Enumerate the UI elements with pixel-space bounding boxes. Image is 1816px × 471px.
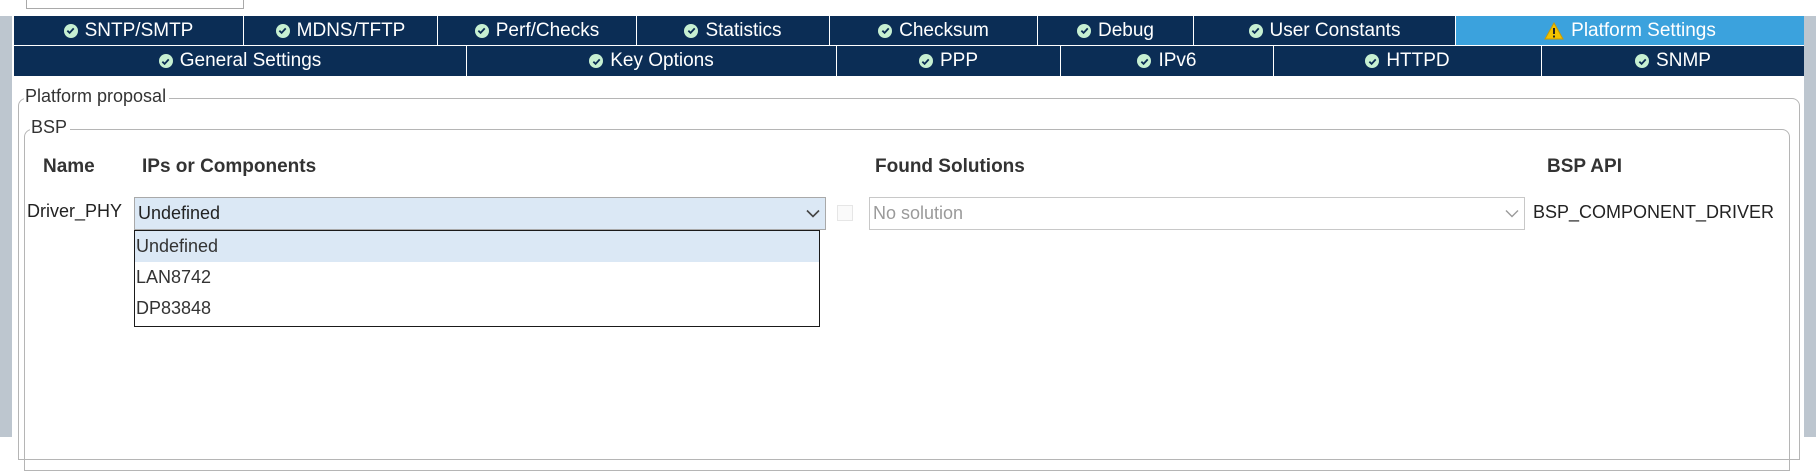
tab-label: Debug — [1098, 19, 1154, 41]
check-circle-icon — [918, 54, 933, 68]
tab-label: SNTP/SMTP — [84, 19, 194, 41]
check-circle-icon — [684, 23, 699, 38]
config-tabs-row-2: General Settings Key Options PPP IPv6 HT… — [14, 45, 1804, 76]
ip-component-select[interactable]: Undefined — [134, 197, 826, 230]
found-solutions-value: No solution — [873, 203, 964, 223]
column-header-solutions: Found Solutions — [875, 156, 1025, 177]
platform-proposal-legend: Platform proposal — [24, 86, 170, 107]
tab-platform-settings[interactable]: Platform Settings — [1456, 16, 1804, 45]
tab-label: MDNS/TFTP — [296, 19, 406, 41]
tab-statistics[interactable]: Statistics — [637, 16, 830, 45]
ip-component-dropdown-list: Undefined LAN8742 DP83848 — [134, 230, 820, 327]
tab-label: Statistics — [705, 19, 782, 41]
tab-checksum[interactable]: Checksum — [830, 16, 1038, 45]
check-circle-icon — [474, 23, 489, 38]
tab-label: User Constants — [1269, 19, 1401, 41]
config-tabs-row-1: SNTP/SMTP MDNS/TFTP Perf/Checks Statisti… — [14, 16, 1804, 45]
check-circle-icon — [63, 23, 78, 38]
tab-general-settings[interactable]: General Settings — [14, 46, 467, 76]
tab-key-options[interactable]: Key Options — [467, 46, 837, 76]
tab-user-constants[interactable]: User Constants — [1194, 16, 1456, 45]
partial-tab[interactable] — [26, 0, 244, 9]
tab-label: Perf/Checks — [495, 19, 600, 41]
tab-httpd[interactable]: HTTPD — [1274, 46, 1542, 76]
top-strip — [0, 0, 1816, 16]
chevron-down-icon[interactable] — [801, 197, 825, 230]
left-scroll-edge — [0, 16, 12, 437]
chevron-down-icon[interactable] — [1500, 197, 1524, 230]
tab-mdns-tftp[interactable]: MDNS/TFTP — [244, 16, 438, 45]
tab-ppp[interactable]: PPP — [837, 46, 1061, 76]
tab-snmp[interactable]: SNMP — [1542, 46, 1804, 76]
check-circle-icon — [1248, 23, 1263, 38]
tab-perf-checks[interactable]: Perf/Checks — [438, 16, 637, 45]
tab-label: IPv6 — [1158, 50, 1197, 71]
row-name-driver-phy: Driver_PHY — [27, 201, 123, 221]
bsp-api-value: BSP_COMPONENT_DRIVER — [1533, 202, 1775, 222]
tab-label: HTTPD — [1386, 50, 1450, 71]
check-circle-icon — [1635, 54, 1650, 68]
check-circle-icon — [1077, 23, 1091, 38]
column-header-bsp-api: BSP API — [1547, 156, 1622, 177]
tab-label: Platform Settings — [1571, 19, 1716, 41]
dropdown-option[interactable]: Undefined — [135, 231, 819, 262]
platform-settings-panel: Platform proposal BSP Name IPs or Compon… — [14, 77, 1804, 471]
tab-label: Key Options — [610, 50, 714, 71]
tab-label: PPP — [939, 50, 979, 71]
right-scroll-edge — [1804, 16, 1816, 437]
column-header-ips: IPs or Components — [142, 156, 317, 177]
check-circle-icon — [589, 54, 604, 68]
ip-component-value: Undefined — [138, 203, 221, 223]
tab-sntp-smtp[interactable]: SNTP/SMTP — [14, 16, 244, 45]
check-circle-icon — [158, 54, 173, 68]
tab-debug[interactable]: Debug — [1038, 16, 1194, 45]
dropdown-option[interactable]: DP83848 — [135, 293, 819, 324]
tab-label: SNMP — [1656, 50, 1711, 71]
check-circle-icon — [1137, 54, 1152, 68]
dropdown-option[interactable]: LAN8742 — [135, 262, 819, 293]
check-circle-icon — [1365, 54, 1380, 68]
check-circle-icon — [275, 23, 290, 38]
column-header-name: Name — [43, 156, 95, 177]
bsp-legend: BSP — [30, 117, 71, 138]
tab-label: Checksum — [899, 19, 989, 41]
solution-checkbox[interactable] — [837, 205, 853, 221]
tab-ipv6[interactable]: IPv6 — [1061, 46, 1274, 76]
warning-icon — [1544, 21, 1565, 40]
tab-label: General Settings — [179, 50, 322, 71]
check-circle-icon — [878, 23, 893, 38]
found-solutions-select[interactable]: No solution — [869, 197, 1525, 230]
